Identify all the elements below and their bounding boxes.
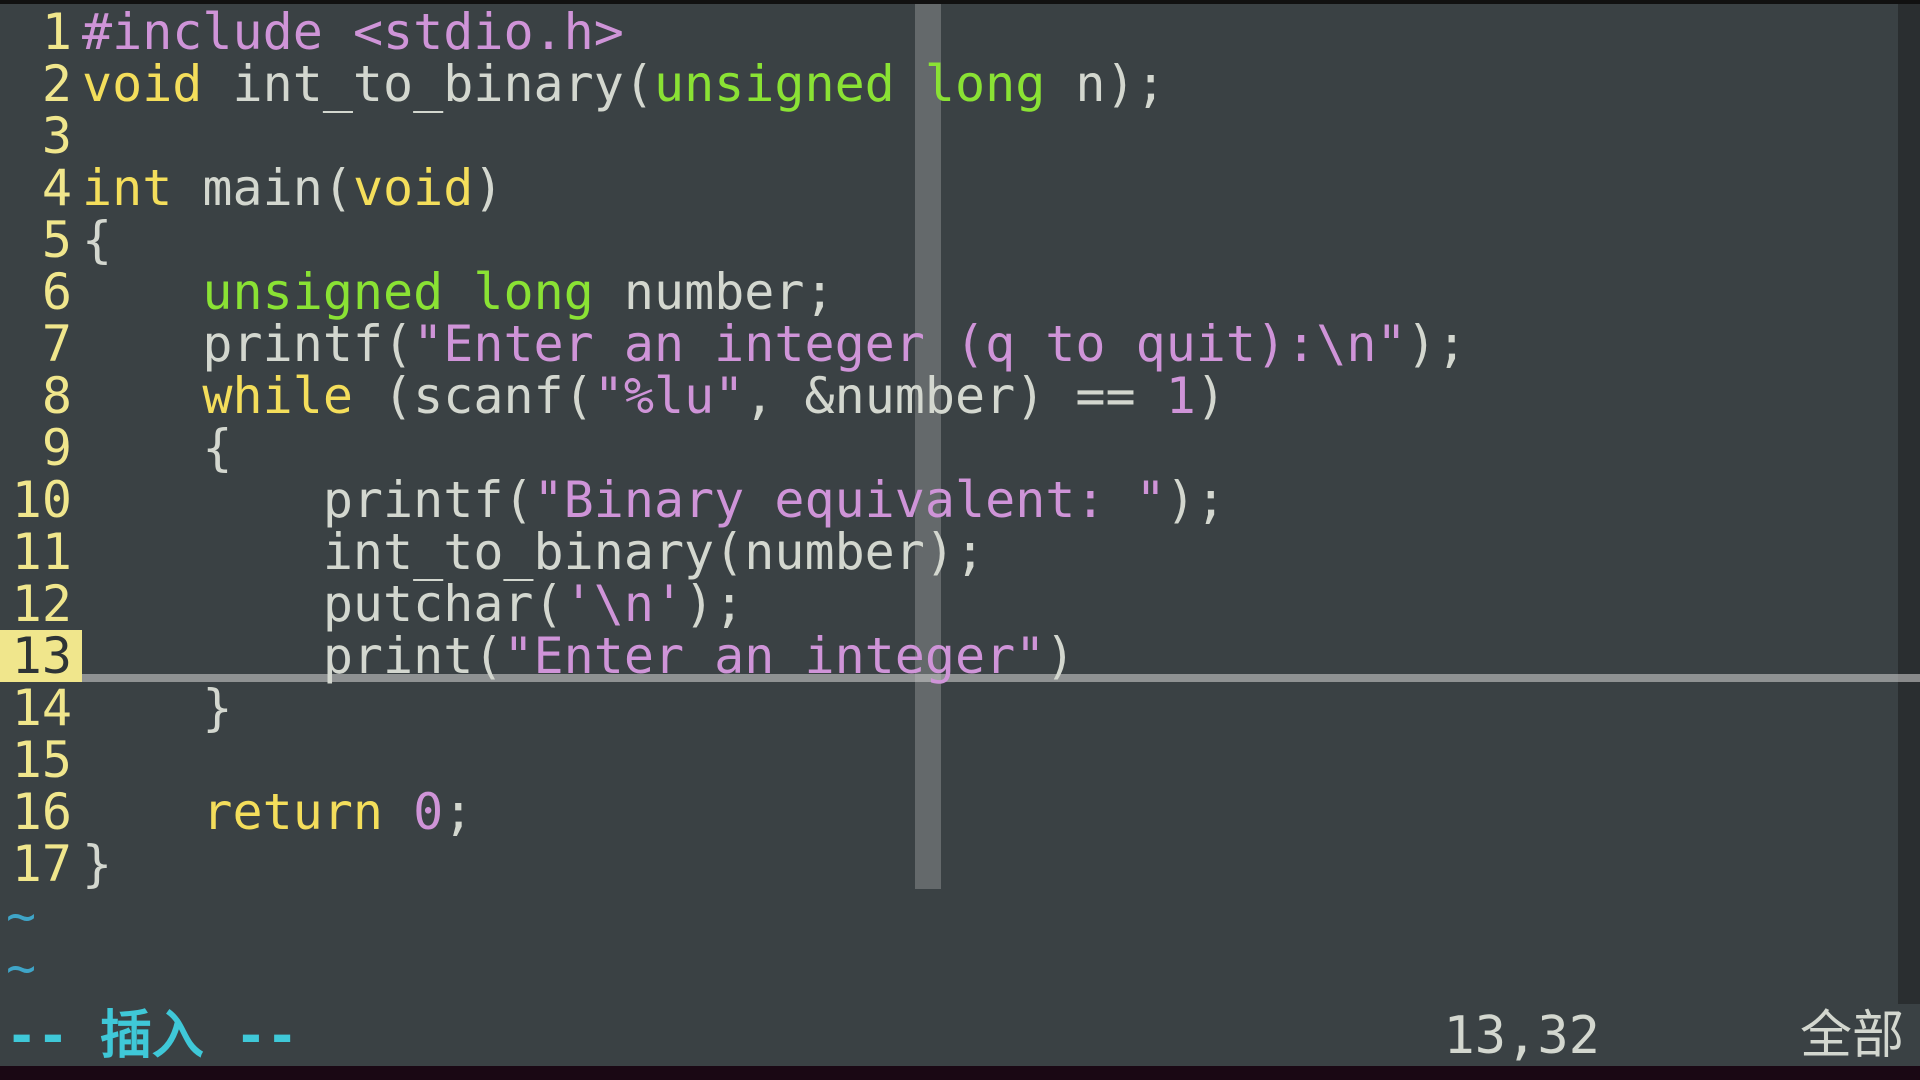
- code-content: int main(void): [82, 162, 503, 214]
- vim-editor[interactable]: 1#include <stdio.h>2void int_to_binary(u…: [0, 0, 1920, 1080]
- line-number: 14: [0, 682, 82, 734]
- line-number: 16: [0, 786, 82, 838]
- code-line[interactable]: 10 printf("Binary equivalent: ");: [0, 474, 1920, 526]
- code-content: {: [82, 422, 233, 474]
- code-content: printf("Binary equivalent: ");: [82, 474, 1226, 526]
- code-content: {: [82, 214, 112, 266]
- code-line[interactable]: 7 printf("Enter an integer (q to quit):\…: [0, 318, 1920, 370]
- line-number: 8: [0, 370, 82, 422]
- code-line[interactable]: 3: [0, 110, 1920, 162]
- code-content: print("Enter an integer"): [82, 630, 1075, 682]
- code-line[interactable]: 5{: [0, 214, 1920, 266]
- code-content: while (scanf("%lu", &number) == 1): [82, 370, 1226, 422]
- line-number: 3: [0, 110, 82, 162]
- cursor-position: 13,32: [1443, 1010, 1600, 1062]
- code-line[interactable]: 12 putchar('\n');: [0, 578, 1920, 630]
- code-line[interactable]: 8 while (scanf("%lu", &number) == 1): [0, 370, 1920, 422]
- mode-indicator: -- 插入 --: [6, 1010, 298, 1062]
- code-content: int_to_binary(number);: [82, 526, 985, 578]
- code-line[interactable]: 2void int_to_binary(unsigned long n);: [0, 58, 1920, 110]
- code-line[interactable]: 16 return 0;: [0, 786, 1920, 838]
- code-line[interactable]: 14 }: [0, 682, 1920, 734]
- code-content: putchar('\n');: [82, 578, 744, 630]
- line-number: 12: [0, 578, 82, 630]
- line-number: 4: [0, 162, 82, 214]
- code-content: }: [82, 838, 112, 890]
- line-number: 5: [0, 214, 82, 266]
- line-number: 7: [0, 318, 82, 370]
- line-number: 9: [0, 422, 82, 474]
- code-content: }: [82, 682, 233, 734]
- empty-line: ~: [0, 890, 1920, 942]
- line-number: 11: [0, 526, 82, 578]
- scroll-percent: 全部: [1800, 1010, 1904, 1062]
- line-number: 10: [0, 474, 82, 526]
- code-line[interactable]: 6 unsigned long number;: [0, 266, 1920, 318]
- code-line[interactable]: 9 {: [0, 422, 1920, 474]
- code-content: printf("Enter an integer (q to quit):\n"…: [82, 318, 1467, 370]
- line-number: 1: [0, 6, 82, 58]
- code-area[interactable]: 1#include <stdio.h>2void int_to_binary(u…: [0, 4, 1920, 994]
- code-content: void int_to_binary(unsigned long n);: [82, 58, 1166, 110]
- line-number: 6: [0, 266, 82, 318]
- line-number: 15: [0, 734, 82, 786]
- code-content: unsigned long number;: [82, 266, 835, 318]
- status-bar: -- 插入 -- 13,32 全部: [0, 1006, 1920, 1066]
- line-number: 17: [0, 838, 82, 890]
- line-number: 2: [0, 58, 82, 110]
- empty-line: ~: [0, 942, 1920, 994]
- bottom-strip: [0, 1066, 1920, 1080]
- code-line[interactable]: 11 int_to_binary(number);: [0, 526, 1920, 578]
- line-number: 13: [0, 630, 82, 682]
- code-content: #include <stdio.h>: [82, 6, 624, 58]
- code-line[interactable]: 13 print("Enter an integer"): [0, 630, 1920, 682]
- code-line[interactable]: 15: [0, 734, 1920, 786]
- code-line[interactable]: 1#include <stdio.h>: [0, 6, 1920, 58]
- code-line[interactable]: 17}: [0, 838, 1920, 890]
- code-content: return 0;: [82, 786, 473, 838]
- code-line[interactable]: 4int main(void): [0, 162, 1920, 214]
